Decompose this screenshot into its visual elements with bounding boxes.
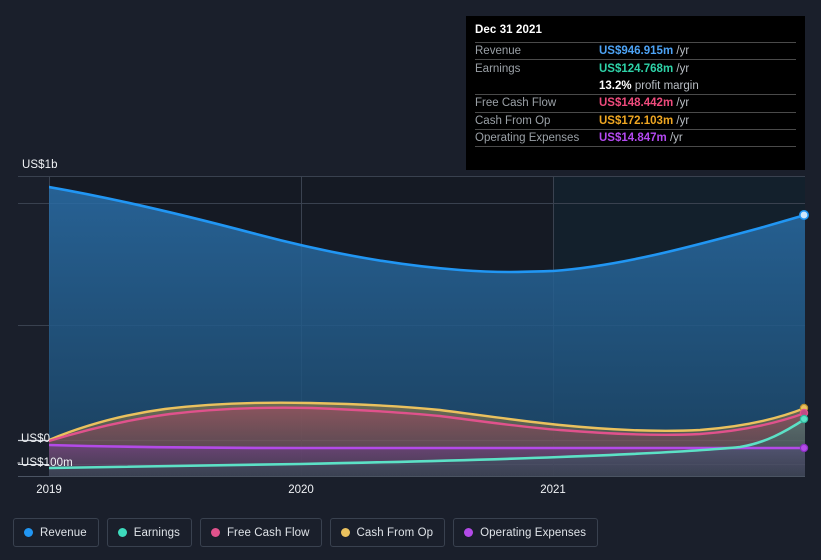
tooltip-profit-margin-label: profit margin bbox=[634, 79, 699, 92]
tooltip-value-operating-expenses: US$14.847m bbox=[599, 132, 667, 145]
legend-dot-cash-from-op bbox=[340, 528, 350, 537]
tooltip-key-earnings: Earnings bbox=[475, 59, 599, 78]
tooltip-profit-margin-value: 13.2% bbox=[599, 79, 632, 92]
legend-item-earnings[interactable]: Earnings bbox=[106, 518, 192, 547]
marker-operating-expenses[interactable] bbox=[799, 443, 809, 453]
y-axis-label-negative: -US$100m bbox=[17, 457, 73, 469]
tooltip-row-operating-expenses: Operating Expenses US$14.847m /yr bbox=[475, 128, 796, 147]
tooltip-table: Revenue US$946.915m /yr Earnings US$124.… bbox=[475, 41, 796, 165]
legend-dot-operating-expenses bbox=[464, 528, 474, 537]
legend-item-cash-from-op[interactable]: Cash From Op bbox=[329, 518, 446, 547]
tooltip-unit-operating-expenses: /yr bbox=[669, 132, 683, 145]
tooltip-key-free-cash-flow: Free Cash Flow bbox=[475, 94, 599, 113]
marker-revenue[interactable] bbox=[798, 210, 809, 221]
tooltip-value-free-cash-flow: US$148.442m bbox=[599, 97, 674, 110]
tooltip-unit-revenue: /yr bbox=[676, 45, 690, 58]
x-axis-label-2020: 2020 bbox=[288, 484, 314, 496]
chart-legend: Revenue Earnings Free Cash Flow Cash Fro… bbox=[13, 518, 599, 547]
tooltip-key-cash-from-op: Cash From Op bbox=[475, 111, 599, 130]
tooltip-row-free-cash-flow: Free Cash Flow US$148.442m /yr bbox=[475, 94, 796, 113]
legend-label-cash-from-op: Cash From Op bbox=[356, 526, 434, 539]
legend-dot-revenue bbox=[24, 528, 33, 537]
legend-item-free-cash-flow[interactable]: Free Cash Flow bbox=[199, 518, 322, 547]
legend-label-operating-expenses: Operating Expenses bbox=[480, 526, 587, 539]
legend-item-operating-expenses[interactable]: Operating Expenses bbox=[453, 518, 599, 547]
legend-label-earnings: Earnings bbox=[133, 526, 180, 539]
legend-dot-free-cash-flow bbox=[210, 528, 220, 537]
x-axis-label-2021: 2021 bbox=[540, 484, 566, 496]
tooltip-key-operating-expenses: Operating Expenses bbox=[475, 128, 599, 147]
legend-dot-earnings bbox=[117, 528, 127, 537]
tooltip-row-cash-from-op: Cash From Op US$172.103m /yr bbox=[475, 111, 796, 130]
legend-label-free-cash-flow: Free Cash Flow bbox=[226, 526, 310, 539]
tooltip-unit-earnings: /yr bbox=[676, 62, 690, 75]
tooltip-key-revenue: Revenue bbox=[475, 41, 599, 60]
tooltip-value-earnings: US$124.768m bbox=[599, 62, 674, 75]
tooltip-value-revenue: US$946.915m bbox=[599, 45, 674, 58]
legend-label-revenue: Revenue bbox=[40, 526, 87, 539]
tooltip-row-profit-margin: 13.2% profit margin bbox=[475, 77, 796, 94]
y-axis-label-top: US$1b bbox=[22, 159, 58, 171]
x-axis-label-2019: 2019 bbox=[36, 484, 62, 496]
tooltip-bottom-rule bbox=[475, 146, 796, 165]
tooltip-unit-cash-from-op: /yr bbox=[676, 114, 690, 127]
tooltip-value-cash-from-op: US$172.103m bbox=[599, 114, 674, 127]
marker-earnings[interactable] bbox=[799, 414, 809, 424]
tooltip-unit-free-cash-flow: /yr bbox=[676, 97, 690, 110]
chart-tooltip: Dec 31 2021 Revenue US$946.915m /yr Earn… bbox=[466, 16, 805, 171]
tooltip-row-earnings: Earnings US$124.768m /yr bbox=[475, 59, 796, 78]
tooltip-date: Dec 31 2021 bbox=[475, 24, 542, 36]
y-axis-label-zero: US$0 bbox=[21, 433, 51, 445]
tooltip-row-revenue: Revenue US$946.915m /yr bbox=[475, 41, 796, 60]
legend-item-revenue[interactable]: Revenue bbox=[13, 518, 99, 547]
